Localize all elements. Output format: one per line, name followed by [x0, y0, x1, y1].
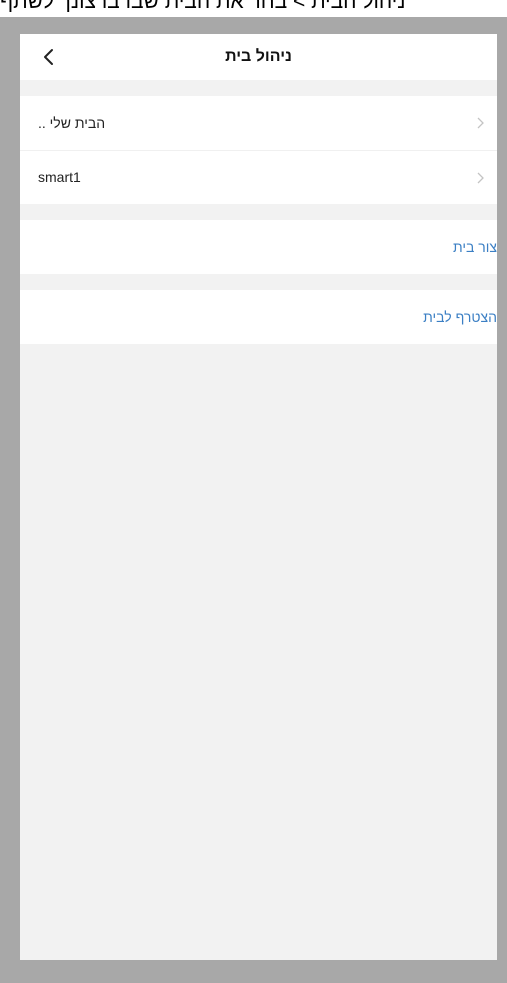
home-row-label: הבית שלי .. — [38, 115, 106, 131]
create-home-label: צור בית — [452, 239, 497, 255]
home-row-smart1[interactable]: smart1 — [20, 151, 497, 204]
home-row-label: smart1 — [38, 169, 81, 185]
home-row-my-home[interactable]: הבית שלי .. — [20, 96, 497, 150]
top-bar: ניהול בית — [20, 34, 497, 80]
phone-screen: ניהול בית הבית שלי .. smart1 צור בית הצט… — [20, 34, 497, 960]
page-title: ניהול בית — [225, 48, 292, 65]
create-home-button[interactable]: צור בית — [20, 220, 497, 274]
chevron-right-icon — [477, 172, 484, 184]
instruction-caption: ניהול הבית > בחר את הבית שבו ברצונך לשתף — [0, 0, 507, 17]
join-home-button[interactable]: הצטרף לבית — [20, 290, 497, 344]
chevron-right-icon — [477, 117, 484, 129]
join-home-label: הצטרף לבית — [423, 309, 497, 325]
chevron-left-icon[interactable] — [38, 46, 60, 68]
